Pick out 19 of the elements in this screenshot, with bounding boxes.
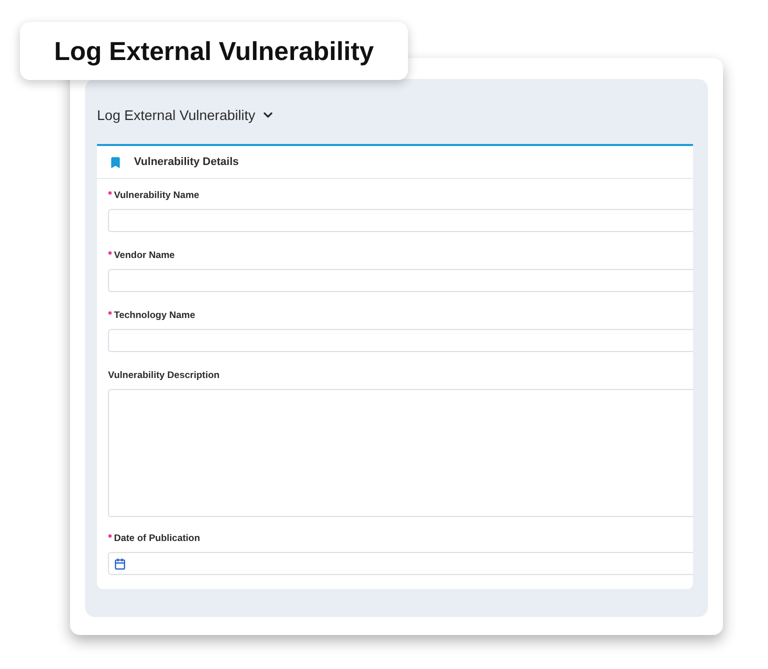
required-icon: [108, 191, 112, 195]
page-title: Log External Vulnerability: [20, 22, 408, 80]
required-icon: [108, 251, 112, 255]
field-label: Vulnerability Description: [108, 369, 220, 383]
input-field[interactable]: [108, 209, 693, 232]
required-icon: [108, 311, 112, 315]
bookmark-icon: [109, 156, 122, 168]
date-field[interactable]: [108, 552, 693, 575]
input-field[interactable]: [108, 329, 693, 352]
field-label: Date of Publication: [114, 532, 200, 546]
required-icon: [108, 534, 112, 538]
field-label: Vendor Name: [114, 249, 175, 263]
field-label: Vulnerability Name: [114, 189, 200, 203]
input-field[interactable]: [108, 269, 693, 292]
section-title: Vulnerability Details: [134, 156, 239, 168]
calendar-icon[interactable]: [114, 558, 126, 570]
textarea-field[interactable]: [108, 389, 693, 517]
panel-title[interactable]: Log External Vulnerability: [97, 107, 276, 123]
field-label: Technology Name: [114, 309, 196, 323]
